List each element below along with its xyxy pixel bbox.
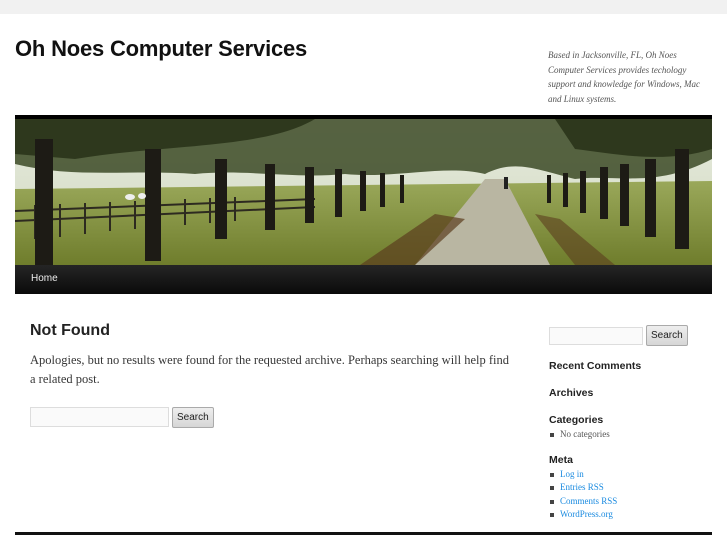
site-description: Based in Jacksonville, FL, Oh Noes Compu… (548, 50, 700, 104)
page-wrapper: Oh Noes Computer Services Based in Jacks… (0, 14, 727, 545)
categories-list: No categories (549, 428, 610, 441)
main-navigation: Home (15, 265, 712, 294)
list-item: WordPress.org (549, 508, 617, 521)
page-title: Not Found (30, 322, 110, 339)
comments-rss-link[interactable]: Comments RSS (560, 496, 617, 506)
search-input[interactable] (30, 407, 169, 427)
no-categories-text: No categories (560, 429, 610, 439)
meta-list: Log in Entries RSS Comments RSS WordPres… (549, 468, 617, 521)
list-item: No categories (549, 428, 610, 441)
tree-lined-path-illustration (15, 119, 712, 265)
categories-title: Categories (549, 414, 604, 426)
sidebar-search-button[interactable]: Search (646, 325, 688, 346)
sidebar-search-input[interactable] (549, 327, 643, 345)
list-item: Entries RSS (549, 481, 617, 494)
search-button[interactable]: Search (172, 407, 214, 428)
menu-item-home[interactable]: Home (31, 273, 58, 284)
archives-title: Archives (549, 387, 594, 399)
wordpress-org-link[interactable]: WordPress.org (560, 509, 613, 519)
not-found-message: Apologies, but no results were found for… (30, 353, 510, 386)
header-banner-image[interactable] (15, 115, 712, 269)
site-title[interactable]: Oh Noes Computer Services (15, 36, 307, 62)
log-in-link[interactable]: Log in (560, 469, 584, 479)
list-item: Log in (549, 468, 617, 481)
list-item: Comments RSS (549, 495, 617, 508)
meta-title: Meta (549, 454, 573, 466)
recent-comments-title: Recent Comments (549, 360, 642, 372)
footer-divider (15, 532, 712, 535)
entries-rss-link[interactable]: Entries RSS (560, 482, 604, 492)
